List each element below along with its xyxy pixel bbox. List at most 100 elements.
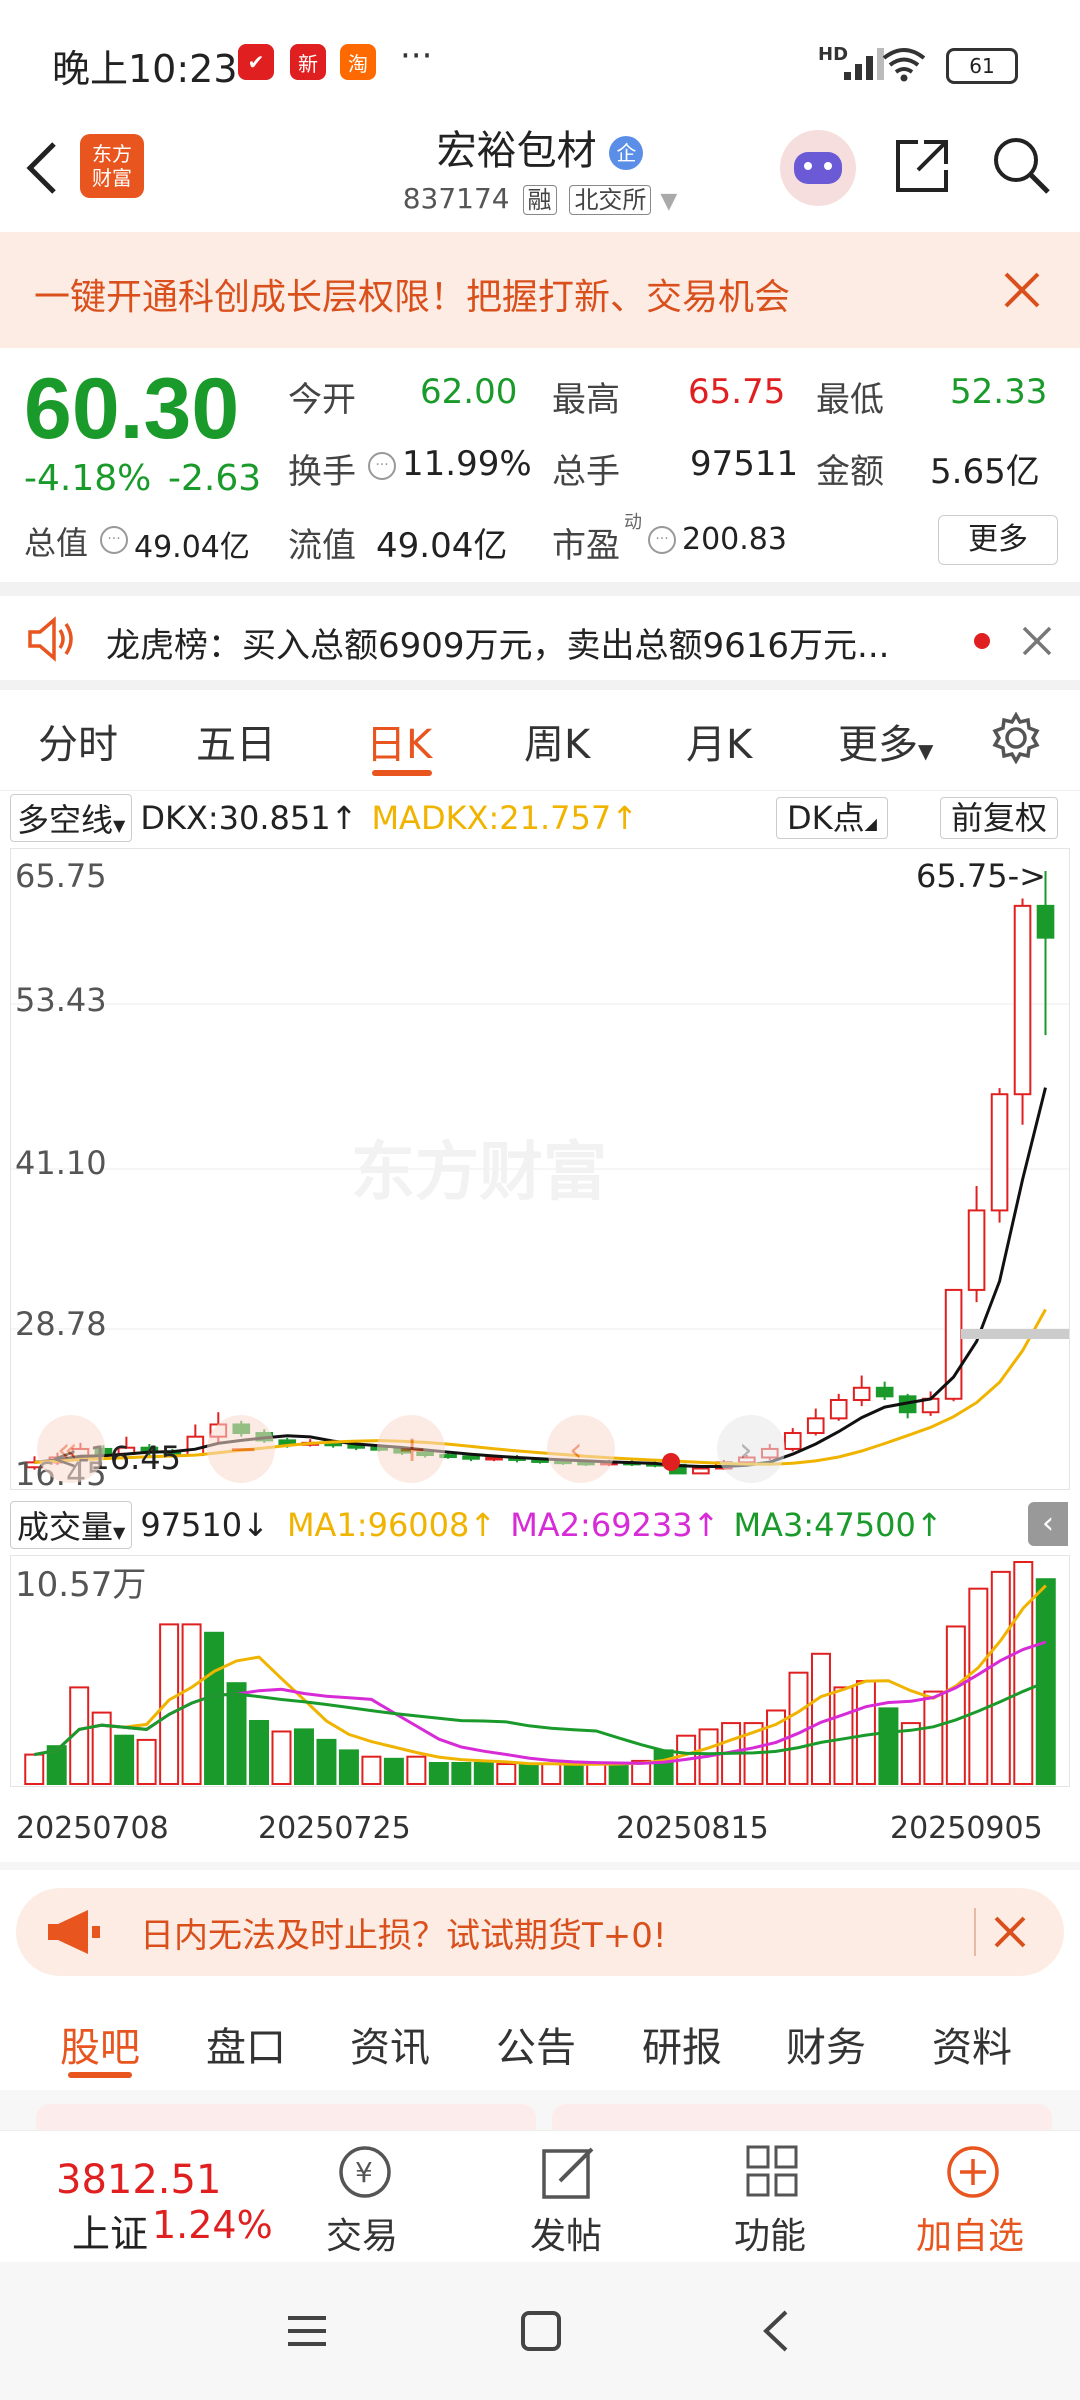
tab-more[interactable]: 更多▼ (838, 712, 933, 770)
tab-monthly-k[interactable]: 月K (686, 712, 752, 770)
candle (990, 1093, 1009, 1212)
tab-news[interactable]: 资讯 (350, 2015, 430, 2073)
active-tab-indicator (68, 2072, 132, 2078)
madkx-line (34, 1308, 1047, 1466)
volume-bar (855, 1680, 876, 1785)
robot-assistant-icon[interactable] (780, 130, 856, 206)
volume-bar (406, 1755, 427, 1785)
add-watch-label[interactable]: 加自选 (916, 2207, 1024, 2259)
speaker-icon (28, 616, 73, 662)
open-value: 62.00 (420, 372, 518, 412)
volume-bar (653, 1749, 674, 1786)
volume-bar (316, 1738, 337, 1786)
settings-gear-icon[interactable] (990, 712, 1042, 764)
dragon-tiger-bar[interactable]: 龙虎榜：买入总额6909万元，卖出总额9616万元... (0, 596, 1080, 682)
svg-text:¥: ¥ (355, 2156, 373, 2189)
turnover-value: 11.99% (402, 444, 532, 484)
tab-announcements[interactable]: 公告 (496, 2015, 576, 2073)
tab-guba[interactable]: 股吧 (60, 2015, 140, 2073)
dropdown-icon[interactable]: ▼ (660, 189, 677, 214)
close-icon[interactable] (1020, 624, 1054, 658)
tab-five-day[interactable]: 五日 (196, 712, 276, 770)
index-change[interactable]: 1.24% (152, 2203, 273, 2247)
index-value[interactable]: 3812.51 (56, 2157, 221, 2203)
volume-bar (990, 1570, 1011, 1785)
system-nav-bar (0, 2262, 1080, 2400)
divider (0, 1862, 1080, 1870)
tab-pankou[interactable]: 盘口 (206, 2015, 286, 2073)
add-circle-icon[interactable] (944, 2143, 1002, 2201)
volume-svg: 10.57万 (15, 1561, 1056, 1786)
zoom-in-icon: + (397, 1429, 427, 1470)
share-icon[interactable] (890, 134, 954, 198)
indicator-selector-label: 多空线 (17, 801, 114, 839)
info-icon[interactable]: ··· (100, 526, 128, 554)
volume-chart[interactable]: 10.57万 (10, 1555, 1070, 1787)
promo-banner[interactable]: 一键开通科创成长层权限！把握打新、交易机会 (0, 232, 1080, 348)
back-nav-icon[interactable] (752, 2306, 802, 2356)
tab-profile[interactable]: 资料 (932, 2015, 1012, 2073)
volume-selector[interactable]: 成交量▼ (10, 1501, 133, 1549)
info-icon[interactable]: ··· (648, 526, 676, 554)
wifi-icon (882, 48, 926, 82)
caret-down-icon: ▼ (113, 1523, 126, 1542)
float-value: 49.04亿 (376, 526, 508, 566)
volume-axis-label: 10.57万 (15, 1565, 146, 1605)
volume-bar (338, 1749, 359, 1786)
pe-label: 市盈 (552, 526, 620, 566)
volume-bar (361, 1755, 382, 1785)
volume-bar (968, 1587, 989, 1786)
kline-svg: 东方财富 65.75 53.43 41.10 28.78 16.45 65.75… (11, 857, 1069, 1493)
futures-banner[interactable]: 日内无法及时止损？试试期货T+0! (16, 1888, 1064, 1976)
amount-label: 金额 (816, 452, 884, 492)
tab-weekly-k[interactable]: 周K (524, 712, 590, 770)
candle (186, 1435, 205, 1457)
function-grid-icon[interactable] (744, 2143, 802, 2201)
signal-dot (662, 1453, 680, 1471)
margin-tag: 融 (522, 185, 557, 215)
volume-value: 97511 (690, 444, 799, 484)
high-marker: 65.75-> (916, 857, 1046, 895)
volume-selector-label: 成交量 (17, 1508, 114, 1546)
kline-chart[interactable]: 东方财富 65.75 53.43 41.10 28.78 16.45 65.75… (10, 848, 1070, 1493)
trade-label[interactable]: 交易 (326, 2207, 398, 2259)
volume-bar (383, 1757, 404, 1786)
home-icon[interactable] (516, 2306, 566, 2356)
tab-research[interactable]: 研报 (642, 2015, 722, 2073)
more-notifications-icon: ··· (400, 36, 433, 76)
close-icon[interactable] (1002, 270, 1042, 310)
dk-point-button[interactable]: DK点◢ (776, 797, 888, 839)
volume-bar (451, 1761, 472, 1785)
tab-daily-k[interactable]: 日K (366, 712, 432, 770)
tab-intraday[interactable]: 分时 (38, 712, 118, 770)
mcap-label: 总值 (24, 524, 89, 562)
info-icon[interactable]: ··· (368, 452, 396, 480)
price-axis-label: 41.10 (15, 1144, 107, 1182)
menu-icon[interactable] (282, 2306, 332, 2356)
index-name[interactable]: 上证 (72, 2203, 148, 2258)
volume-header: 成交量▼ 97510↓ MA1:96008↑ MA2:69233↑ MA3:47… (10, 1500, 1070, 1550)
post-icon[interactable] (540, 2143, 598, 2201)
volume-bar (496, 1763, 517, 1785)
close-icon[interactable] (992, 1914, 1028, 1950)
volume-bar (541, 1763, 562, 1785)
function-label[interactable]: 功能 (734, 2207, 806, 2259)
status-time: 晚上10:23 (52, 47, 238, 91)
forward-adjust-button[interactable]: 前复权 (940, 797, 1059, 839)
candle (806, 1417, 825, 1435)
candle (829, 1399, 848, 1420)
indicator-selector[interactable]: 多空线▼ (10, 794, 133, 842)
collapse-panel-button[interactable]: ‹ (1028, 1502, 1068, 1546)
search-icon[interactable] (990, 134, 1054, 198)
low-label: 最低 (816, 380, 884, 420)
tab-finance[interactable]: 财务 (786, 2015, 866, 2073)
ma1-value: MA1:96008↑ (286, 1506, 497, 1544)
more-button[interactable]: 更多 (938, 515, 1058, 565)
volume-bar (226, 1682, 247, 1785)
post-label[interactable]: 发帖 (530, 2207, 602, 2259)
pe-value: 200.83 (682, 522, 787, 557)
divider (0, 582, 1080, 596)
trade-icon[interactable]: ¥ (336, 2143, 394, 2201)
caret-down-icon: ▼ (113, 816, 126, 835)
madkx-value: MADKX:21.757↑ (371, 799, 639, 837)
